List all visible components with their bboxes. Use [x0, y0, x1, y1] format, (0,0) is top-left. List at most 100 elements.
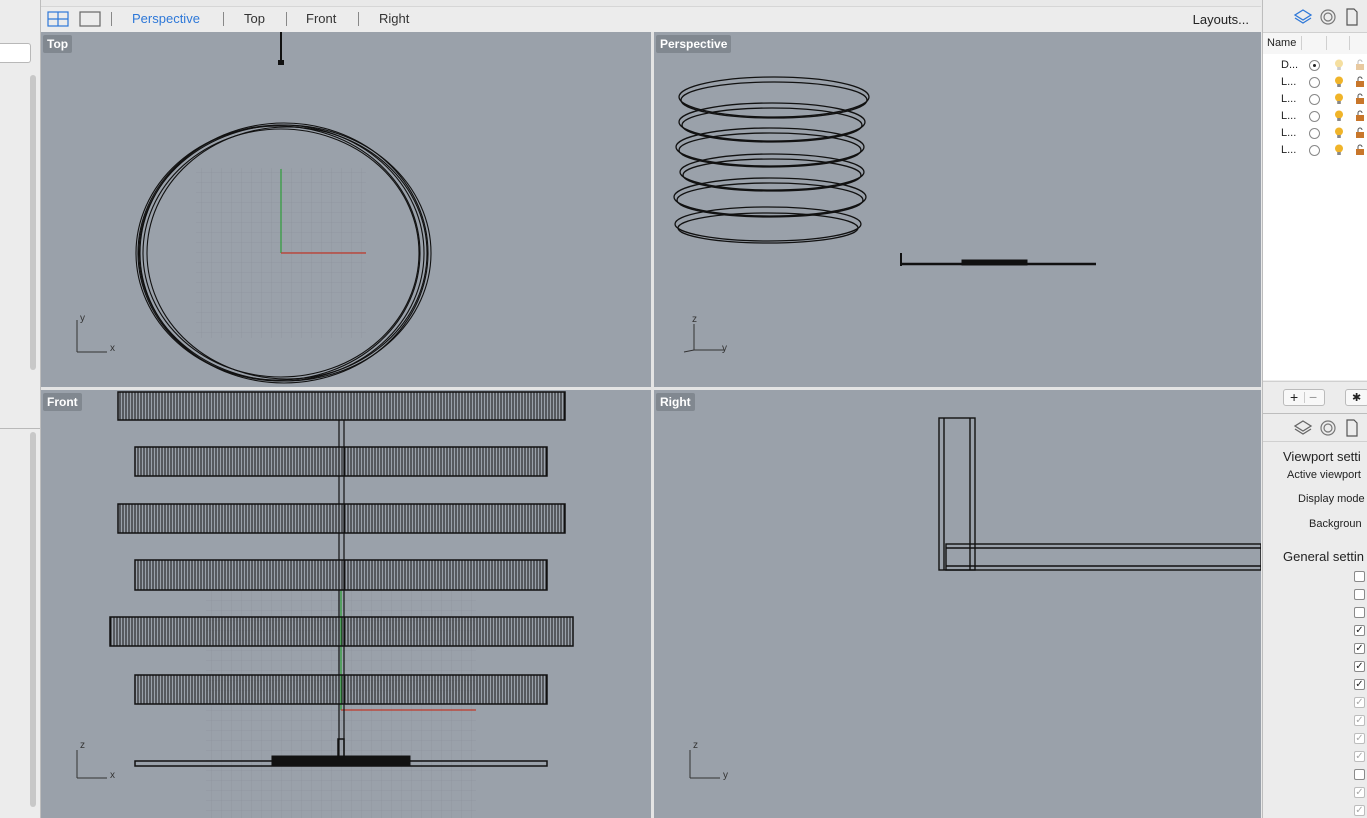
tab-right[interactable]: Right: [379, 11, 409, 26]
lightbulb-icon[interactable]: [1334, 110, 1344, 122]
layer-row[interactable]: D...: [1263, 57, 1367, 74]
background-label: Backgroun: [1309, 518, 1362, 530]
axis-label-y: y: [723, 770, 728, 781]
perspective-viewport-canvas: [673, 76, 1096, 353]
layer-row[interactable]: L...: [1263, 74, 1367, 91]
setting-checkbox[interactable]: ✓: [1354, 697, 1365, 708]
lightbulb-icon[interactable]: [1334, 59, 1344, 71]
frame-outline: [938, 417, 1261, 571]
viewport-label-perspective[interactable]: Perspective: [656, 35, 732, 53]
gear-icon: ✱: [1352, 392, 1362, 404]
lock-icon[interactable]: [1355, 93, 1365, 105]
layers-icon[interactable]: [1293, 8, 1313, 26]
single-viewport-icon[interactable]: [79, 10, 101, 28]
layers-footer: + − ✱: [1263, 381, 1367, 412]
column-divider: [1326, 36, 1327, 50]
current-layer-radio[interactable]: [1309, 77, 1320, 88]
viewport-divider-horizontal[interactable]: [41, 387, 1261, 390]
layer-row[interactable]: L...: [1263, 91, 1367, 108]
four-viewports-icon[interactable]: [47, 10, 69, 28]
lightbulb-icon[interactable]: [1334, 93, 1344, 105]
display-icon[interactable]: [1319, 8, 1337, 26]
viewport-label-front[interactable]: Front: [43, 393, 82, 411]
setting-checkbox[interactable]: ✓: [1354, 733, 1365, 744]
layouts-button[interactable]: Layouts...: [1193, 12, 1249, 27]
front-viewport-canvas: [76, 391, 574, 818]
lock-icon[interactable]: [1355, 110, 1365, 122]
axis-label-y: y: [80, 313, 85, 324]
setting-checkbox[interactable]: [1354, 607, 1365, 618]
setting-checkbox[interactable]: ✓: [1354, 679, 1365, 690]
lightbulb-icon[interactable]: [1334, 127, 1344, 139]
display-icon[interactable]: [1319, 419, 1337, 437]
lock-icon[interactable]: [1355, 127, 1365, 139]
axis-label-z: z: [692, 314, 697, 325]
setting-checkbox[interactable]: [1354, 571, 1365, 582]
setting-checkbox[interactable]: ✓: [1354, 805, 1365, 816]
axis-gizmo: [689, 750, 720, 779]
scrollbar[interactable]: [30, 75, 36, 370]
viewport-divider-vertical[interactable]: [651, 32, 654, 818]
tab-perspective[interactable]: Perspective: [132, 11, 200, 26]
viewport-top[interactable]: Top y x: [41, 32, 651, 387]
remove-layer-button[interactable]: −: [1309, 389, 1317, 405]
viewport-right[interactable]: Right z y: [654, 390, 1261, 818]
add-layer-button[interactable]: +: [1290, 389, 1298, 405]
layer-name[interactable]: L...: [1281, 93, 1296, 105]
setting-checkbox[interactable]: ✓: [1354, 787, 1365, 798]
layers-icon[interactable]: [1293, 419, 1313, 437]
layer-name[interactable]: L...: [1281, 76, 1296, 88]
tab-separator: [223, 12, 224, 26]
setting-checkbox[interactable]: ✓: [1354, 751, 1365, 762]
setting-checkbox[interactable]: ✓: [1354, 625, 1365, 636]
current-layer-radio[interactable]: [1309, 94, 1320, 105]
viewport-label-top[interactable]: Top: [43, 35, 73, 53]
document-icon[interactable]: [1345, 8, 1359, 26]
add-remove-group: + −: [1283, 389, 1325, 406]
axis-gizmo: [76, 320, 107, 353]
tab-separator: [286, 12, 287, 26]
setting-checkbox[interactable]: [1354, 589, 1365, 600]
axis-label-z: z: [693, 740, 698, 751]
setting-checkbox[interactable]: ✓: [1354, 661, 1365, 672]
layer-options-button[interactable]: ✱: [1345, 389, 1367, 406]
layer-row[interactable]: L...: [1263, 108, 1367, 125]
layer-name[interactable]: D...: [1281, 59, 1298, 71]
tab-separator: [111, 12, 112, 26]
viewport-label-right[interactable]: Right: [656, 393, 695, 411]
divider: [1263, 413, 1367, 414]
current-layer-radio[interactable]: [1309, 60, 1320, 71]
lock-icon[interactable]: [1355, 59, 1365, 71]
scrollbar[interactable]: [30, 432, 36, 807]
layer-name[interactable]: L...: [1281, 144, 1296, 156]
document-icon[interactable]: [1345, 419, 1359, 437]
display-mode-label: Display mode: [1298, 493, 1365, 505]
tab-top[interactable]: Top: [244, 11, 265, 26]
layer-row[interactable]: L...: [1263, 125, 1367, 142]
active-viewport-label: Active viewport: [1287, 469, 1361, 481]
layer-row[interactable]: L...: [1263, 142, 1367, 159]
setting-checkbox[interactable]: [1354, 769, 1365, 780]
setting-checkbox[interactable]: ✓: [1354, 715, 1365, 726]
lock-icon[interactable]: [1355, 144, 1365, 156]
left-toolbar: [0, 0, 41, 818]
right-panel: Name D... L... L... L... L... L... + − ✱…: [1262, 0, 1367, 818]
command-input[interactable]: [0, 43, 31, 63]
setting-checkbox[interactable]: ✓: [1354, 643, 1365, 654]
tab-front[interactable]: Front: [306, 11, 336, 26]
current-layer-radio[interactable]: [1309, 111, 1320, 122]
current-layer-radio[interactable]: [1309, 128, 1320, 139]
layers-header: Name: [1263, 32, 1367, 55]
layer-name[interactable]: L...: [1281, 110, 1296, 122]
lightbulb-icon[interactable]: [1334, 144, 1344, 156]
viewport-tab-bar: Perspective Top Front Right Layouts...: [41, 6, 1261, 33]
current-layer-radio[interactable]: [1309, 145, 1320, 156]
viewport-front[interactable]: Front z x: [41, 390, 651, 818]
column-name[interactable]: Name: [1267, 37, 1296, 49]
layer-name[interactable]: L...: [1281, 127, 1296, 139]
viewport-perspective[interactable]: Perspective z y: [654, 32, 1261, 387]
lightbulb-icon[interactable]: [1334, 76, 1344, 88]
axis-label-y: y: [722, 343, 727, 354]
divider: [1263, 441, 1367, 442]
lock-icon[interactable]: [1355, 76, 1365, 88]
